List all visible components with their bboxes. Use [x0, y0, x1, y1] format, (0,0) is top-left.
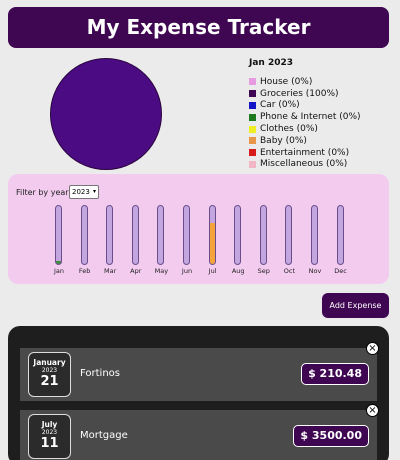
month-bar-track [106, 205, 114, 265]
expense-title: Fortinos [80, 368, 120, 379]
legend-swatch [249, 137, 256, 145]
close-icon[interactable]: × [366, 404, 379, 417]
expense-month: January [33, 358, 66, 367]
legend-item: Baby (0%) [249, 135, 361, 147]
chevron-down-icon: ▾ [92, 188, 96, 195]
legend-label: House (0%) [260, 76, 313, 87]
add-expense-button[interactable]: Add Expense [322, 293, 389, 318]
month-bar-label: Jun [181, 267, 193, 275]
year-select-value: 2023 [72, 188, 90, 196]
legend-label: Car (0%) [260, 100, 300, 111]
expense-year: 2023 [41, 367, 58, 374]
month-bar-label: Oct [283, 267, 296, 275]
year-select[interactable]: 2023 ▾ [69, 185, 99, 199]
month-bar-label: May [154, 267, 169, 275]
legend-item: Miscellaneous (0%) [249, 159, 361, 171]
expense-item: January 2023 21 Fortinos $ 210.48 × [20, 342, 379, 401]
month-bar-track [208, 205, 216, 265]
month-bar-track [285, 205, 293, 265]
month-bar-track [234, 205, 242, 265]
month-bar-track [183, 205, 190, 265]
category-legend: Jan 2023 House (0%) Groceries (100%) Car (… [249, 58, 361, 170]
legend-swatch [249, 113, 256, 121]
legend-label: Clothes (0%) [260, 124, 318, 135]
expense-amount: $ 210.48 [301, 363, 369, 385]
month-bar-label: Dec [334, 267, 347, 275]
month-bar-track [157, 205, 165, 265]
expense-day: 11 [40, 436, 59, 451]
legend-label: Miscellaneous (0%) [260, 159, 348, 170]
month-bar-label: Aug [231, 267, 245, 275]
legend-item: Car (0%) [249, 100, 361, 112]
legend-item: House (0%) [249, 76, 361, 88]
legend-month: Jan 2023 [249, 58, 294, 68]
legend-swatch [249, 78, 256, 86]
app-title: My Expense Tracker [8, 7, 389, 48]
month-bar-track [259, 205, 267, 265]
month-bar-track [80, 205, 88, 265]
close-icon[interactable]: × [366, 342, 379, 355]
month-bar-track [55, 205, 62, 265]
legend-label: Entertainment (0%) [260, 147, 350, 158]
legend-list: House (0%) Groceries (100%) Car (0%) Phone … [249, 76, 361, 170]
legend-swatch [249, 125, 256, 133]
month-bar-label: Jan [53, 267, 65, 275]
month-bar-label: Sep [257, 267, 270, 275]
expense-filter-panel: Filter by year 2023 ▾ Jan Feb Mar Apr May Jun… [8, 174, 389, 284]
legend-swatch [249, 160, 256, 168]
legend-swatch [249, 101, 256, 109]
month-bar-fill [209, 223, 215, 264]
month-bar-label: Apr [130, 267, 142, 275]
legend-label: Phone & Internet (0%) [260, 112, 361, 123]
expense-item: July 2023 11 Mortgage $ 3500.00 × [20, 404, 379, 460]
month-bar-track [336, 205, 344, 265]
expense-pie-chart [50, 58, 162, 170]
legend-swatch [249, 149, 256, 157]
expense-year: 2023 [41, 429, 58, 436]
expense-day: 21 [40, 374, 59, 389]
month-bar-label: Feb [78, 267, 91, 275]
legend-swatch [249, 90, 256, 98]
month-bar-label: Nov [308, 267, 322, 275]
expense-list: January 2023 21 Fortinos $ 210.48 × July… [8, 326, 389, 460]
legend-label: Groceries (100%) [260, 88, 339, 99]
legend-item: Entertainment (0%) [249, 147, 361, 159]
expense-date: January 2023 21 [28, 352, 71, 397]
month-bar-track [131, 205, 139, 265]
expense-title: Mortgage [80, 430, 128, 441]
legend-label: Baby (0%) [260, 135, 307, 146]
legend-item: Clothes (0%) [249, 123, 361, 135]
legend-item: Groceries (100%) [249, 88, 361, 100]
month-bar-track [311, 205, 318, 265]
month-bar-label: Jul [208, 267, 217, 275]
month-bar-fill [56, 261, 61, 264]
filter-label: Filter by year [16, 188, 69, 197]
month-bar-label: Mar [104, 267, 117, 275]
expense-amount: $ 3500.00 [293, 425, 369, 447]
expense-month: July [41, 420, 58, 429]
expense-date: July 2023 11 [28, 414, 71, 459]
legend-item: Phone & Internet (0%) [249, 111, 361, 123]
